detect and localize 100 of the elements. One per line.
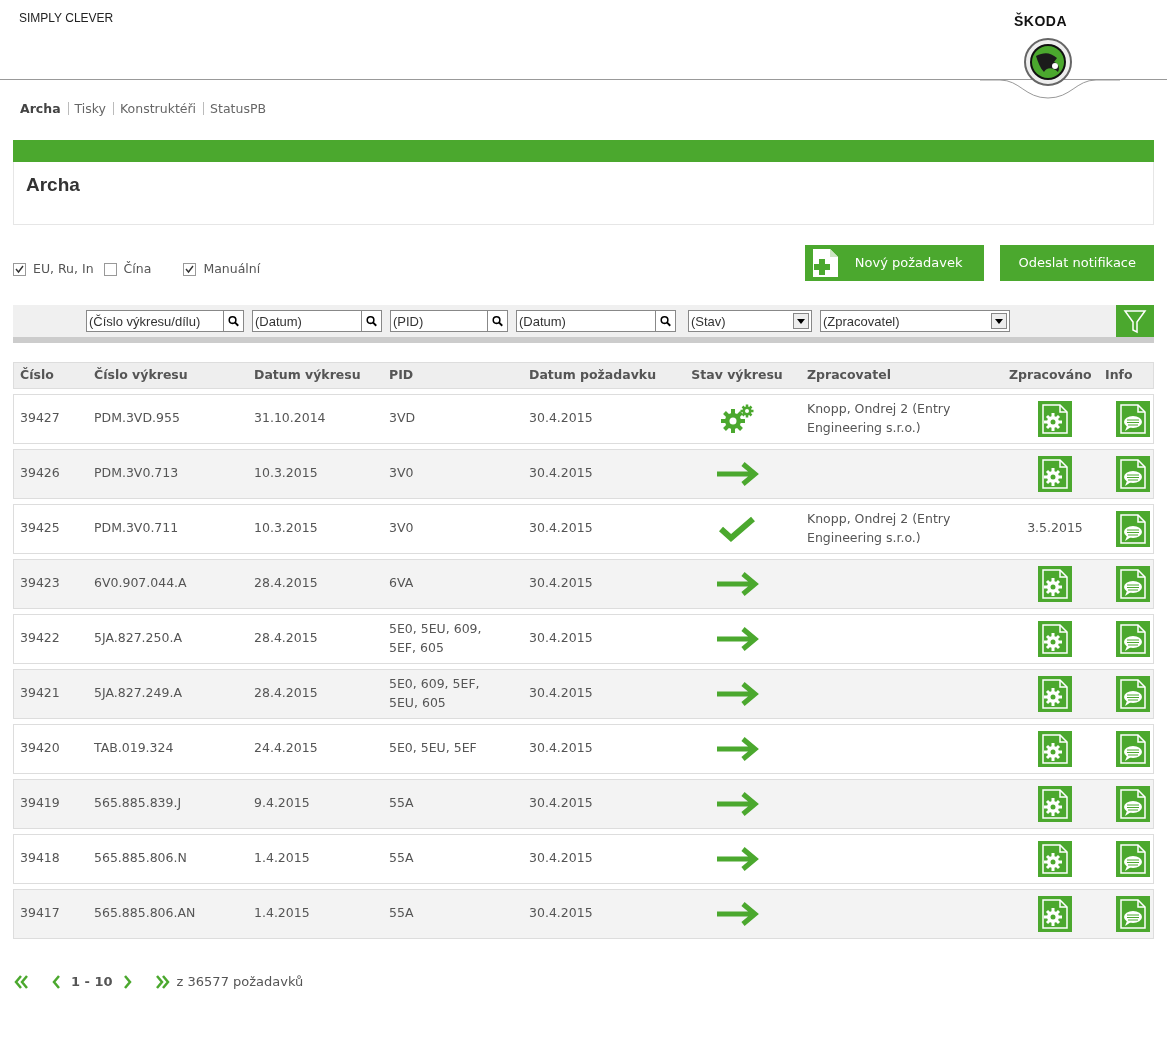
request-number: 39422 [20, 630, 60, 646]
document-gear-icon[interactable] [1038, 840, 1072, 877]
pid-text: 5E0, 5EU, 5EF [389, 739, 477, 758]
assignee: Knopp, Ondrej 2 (Entry Engineering s.r.o.) [807, 511, 951, 545]
request-number: 39423 [20, 575, 60, 591]
request-date: 30.4.2015 [529, 575, 593, 591]
drawing-date: 1.4.2015 [254, 905, 310, 921]
pid-text: 5E0, 5EU, 609, 5EF, 605 [389, 620, 483, 657]
request-number: 39418 [20, 850, 60, 866]
new-request-button[interactable]: Nový požadavek [804, 245, 985, 281]
document-message-icon[interactable] [1116, 510, 1150, 547]
nav-link-tab[interactable]: StatusPB [210, 102, 274, 115]
filter-field[interactable]: (Datum) [516, 310, 676, 332]
document-gear-icon[interactable] [1038, 675, 1072, 712]
pid-text: 55A [389, 794, 414, 813]
total-count: z 36577 požadavků [176, 972, 304, 991]
document-gear-icon[interactable] [1038, 565, 1072, 602]
document-message-icon[interactable] [1116, 620, 1150, 657]
document-gear-icon[interactable] [1038, 455, 1072, 492]
arrow-right-icon [715, 790, 759, 817]
drawing-date: 24.4.2015 [254, 740, 318, 756]
document-message-icon[interactable] [1116, 455, 1150, 492]
filter-field[interactable]: (PID) [390, 310, 508, 332]
add-document-icon [810, 248, 839, 278]
column-header: Info [1101, 362, 1154, 389]
filter-field[interactable]: (Zpracovatel) [820, 310, 1010, 332]
filter-field[interactable]: (Datum) [252, 310, 382, 332]
request-number: 39427 [20, 410, 60, 426]
checkmark-icon [717, 514, 757, 543]
column-header: Zpracovatel [801, 362, 1003, 389]
document-gear-icon[interactable] [1038, 730, 1072, 767]
brand-wordmark: ŠKODA [1014, 11, 1068, 31]
pid-text: 55A [389, 904, 414, 923]
document-message-icon[interactable] [1116, 895, 1150, 932]
nav-link-tab[interactable]: Tisky [74, 102, 115, 115]
request-date: 30.4.2015 [529, 410, 593, 426]
drawing-number: 5JA.827.249.A [94, 685, 182, 701]
logo-icon [1024, 38, 1072, 86]
arrow-right-icon [715, 570, 759, 597]
checkbox[interactable] [103, 262, 117, 276]
filter-button[interactable] [1116, 305, 1154, 337]
drawing-number: 5JA.827.250.A [94, 630, 182, 646]
filter-field[interactable]: (Číslo výkresu/dílu) [86, 310, 244, 332]
filter-field[interactable]: (Stav) [689, 311, 793, 331]
checkbox[interactable] [13, 262, 26, 276]
filter-field[interactable]: (Zpracovatel) [821, 311, 991, 331]
document-message-icon[interactable] [1116, 840, 1150, 877]
request-date: 30.4.2015 [529, 630, 593, 646]
drawing-number: 565.885.806.N [94, 850, 187, 866]
document-gear-icon[interactable] [1038, 785, 1072, 822]
last-page-icon[interactable] [153, 973, 171, 990]
filter-field[interactable]: (Datum) [253, 311, 361, 331]
document-gear-icon[interactable] [1038, 400, 1072, 437]
checkbox[interactable] [183, 262, 197, 276]
gears-icon [719, 403, 755, 434]
column-header: Zpracováno [1003, 362, 1101, 389]
request-number: 39417 [20, 905, 60, 921]
send-notifications-button[interactable]: Odeslat notifikace [1000, 245, 1154, 281]
document-message-icon[interactable] [1116, 565, 1150, 602]
pid-text: 6VA [389, 574, 414, 593]
document-gear-icon[interactable] [1038, 620, 1072, 657]
document-message-icon[interactable] [1116, 675, 1150, 712]
filter-field[interactable]: (PID) [391, 311, 487, 331]
page-range: 1 - 10 [71, 972, 113, 991]
processed-date: 3.5.2015 [1027, 520, 1083, 536]
document-gear-icon[interactable] [1038, 895, 1072, 932]
pid-text: 55A [389, 849, 414, 868]
nav-link-tab[interactable]: Konstruktéři [120, 102, 205, 115]
arrow-right-icon [715, 845, 759, 872]
request-date: 30.4.2015 [529, 850, 593, 866]
pid-text: 3V0 [389, 464, 414, 483]
pid-text: 3V0 [389, 519, 414, 538]
column-header: PID [383, 362, 523, 389]
nav-link-tab[interactable]: Archa [20, 102, 69, 115]
request-date: 30.4.2015 [529, 905, 593, 921]
first-page-icon[interactable] [13, 973, 30, 990]
request-number: 39421 [20, 685, 60, 701]
document-message-icon[interactable] [1116, 400, 1150, 437]
checkbox-label: Manuální [203, 260, 261, 278]
drawing-number: TAB.019.324 [94, 740, 174, 756]
filter-field[interactable]: (Stav) [688, 310, 812, 332]
drawing-number: PDM.3VD.955 [94, 410, 180, 426]
filter-field[interactable]: (Číslo výkresu/dílu) [87, 311, 223, 331]
dropdown-icon[interactable] [991, 313, 1007, 329]
arrow-right-icon [715, 460, 759, 487]
filter-field[interactable]: (Datum) [517, 311, 655, 331]
request-date: 30.4.2015 [529, 685, 593, 701]
request-date: 30.4.2015 [529, 465, 593, 481]
pid-text: 5E0, 609, 5EF, 5EU, 605 [389, 675, 481, 712]
request-number: 39425 [20, 520, 60, 536]
drawing-number: PDM.3V0.713 [94, 465, 179, 481]
assignee: Knopp, Ondrej 2 (Entry Engineering s.r.o.) [807, 401, 951, 435]
dropdown-icon[interactable] [793, 313, 809, 329]
document-message-icon[interactable] [1116, 785, 1150, 822]
drawing-number: 565.885.839.J [94, 795, 182, 811]
arrow-right-icon [715, 680, 759, 707]
document-message-icon[interactable] [1116, 730, 1150, 767]
drawing-date: 31.10.2014 [254, 410, 326, 426]
request-date: 30.4.2015 [529, 795, 593, 811]
drawing-date: 28.4.2015 [254, 685, 318, 701]
